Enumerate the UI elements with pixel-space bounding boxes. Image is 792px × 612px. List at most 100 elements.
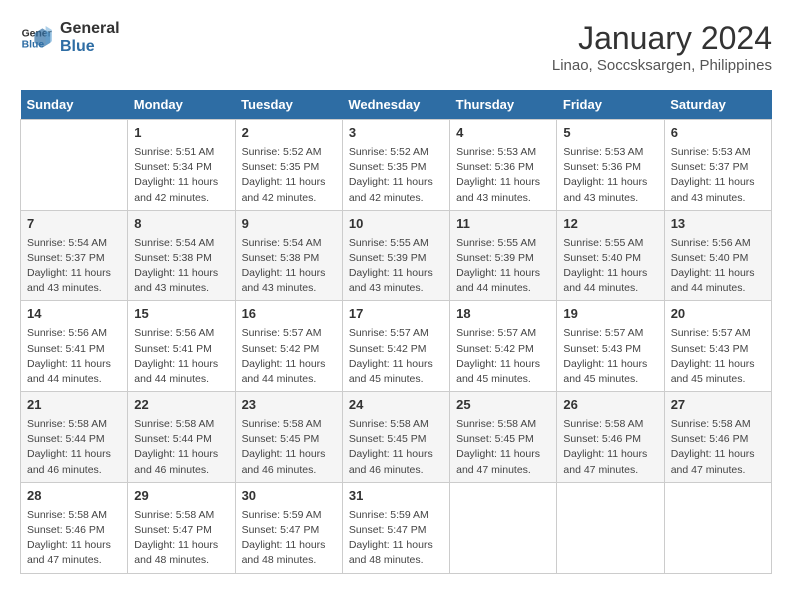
daylight-minutes: and 47 minutes. [671,463,765,478]
sunset-text: Sunset: 5:35 PM [349,160,443,175]
logo-icon: General Blue [20,22,52,54]
daylight-hours: Daylight: 11 hours [242,357,336,372]
sunset-text: Sunset: 5:36 PM [563,160,657,175]
calendar-cell: 24 Sunrise: 5:58 AMSunset: 5:45 PMDayligh… [342,392,449,483]
day-number: 21 [27,396,121,415]
daylight-minutes: and 42 minutes. [134,191,228,206]
daylight-minutes: and 44 minutes. [563,281,657,296]
calendar-cell: 29Sunrise: 5:58 AMSunset: 5:47 PMDayligh… [128,482,235,573]
daylight-minutes: and 48 minutes. [349,553,443,568]
day-number: 24 [349,396,443,415]
daylight-hours: Daylight: 11 hours [456,447,550,462]
calendar-cell: 1Sunrise: 5:51 AMSunset: 5:34 PMDaylight… [128,120,235,211]
day-number: 15 [134,305,228,324]
calendar-week-row: 7Sunrise: 5:54 AMSunset: 5:37 PMDaylight… [21,210,772,301]
day-number: 9 [242,215,336,234]
daylight-minutes: and 44 minutes. [671,281,765,296]
calendar-cell: 16 Sunrise: 5:57 AMSunset: 5:42 PMDayligh… [235,301,342,392]
sunset-text: Sunset: 5:41 PM [134,342,228,357]
calendar-cell: 5Sunrise: 5:53 AMSunset: 5:36 PMDaylight… [557,120,664,211]
weekday-header-tuesday: Tuesday [235,90,342,120]
daylight-minutes: and 45 minutes. [563,372,657,387]
calendar-cell: 6Sunrise: 5:53 AMSunset: 5:37 PMDaylight… [664,120,771,211]
daylight-minutes: and 47 minutes. [456,463,550,478]
sunset-text: Sunset: 5:43 PM [563,342,657,357]
sunset-text: Sunset: 5:42 PM [242,342,336,357]
day-info: Sunrise: 5:57 AMSunset: 5:42 PMDaylight:… [242,326,336,387]
daylight-hours: Daylight: 11 hours [456,266,550,281]
daylight-minutes: and 43 minutes. [563,191,657,206]
day-info: Sunrise: 5:58 AMSunset: 5:45 PMDaylight:… [349,417,443,478]
day-info: Sunrise: 5:55 AMSunset: 5:39 PMDaylight:… [456,236,550,297]
daylight-minutes: and 43 minutes. [349,281,443,296]
daylight-minutes: and 47 minutes. [563,463,657,478]
day-number: 8 [134,215,228,234]
daylight-minutes: and 42 minutes. [349,191,443,206]
daylight-minutes: and 47 minutes. [27,553,121,568]
daylight-hours: Daylight: 11 hours [27,266,121,281]
daylight-minutes: and 43 minutes. [27,281,121,296]
page-header: General Blue General Blue General Blue J… [20,20,772,74]
day-number: 23 [242,396,336,415]
day-number: 25 [456,396,550,415]
daylight-minutes: and 44 minutes. [456,281,550,296]
sunset-text: Sunset: 5:47 PM [349,523,443,538]
day-number: 4 [456,124,550,143]
day-number: 1 [134,124,228,143]
day-info: Sunrise: 5:58 AMSunset: 5:45 PMDaylight:… [242,417,336,478]
sunrise-text: Sunrise: 5:52 AM [242,145,336,160]
sunrise-text: Sunrise: 5:56 AM [134,326,228,341]
sunrise-text: Sunrise: 5:54 AM [242,236,336,251]
day-number: 19 [563,305,657,324]
day-info: Sunrise: 5:58 AMSunset: 5:46 PMDaylight:… [563,417,657,478]
day-info: Sunrise: 5:56 AMSunset: 5:41 PMDaylight:… [134,326,228,387]
logo-blue: Blue [60,38,120,56]
sunset-text: Sunset: 5:37 PM [27,251,121,266]
sunrise-text: Sunrise: 5:58 AM [134,417,228,432]
day-info: Sunrise: 5:57 AMSunset: 5:43 PMDaylight:… [563,326,657,387]
daylight-hours: Daylight: 11 hours [563,266,657,281]
calendar-cell: 30Sunrise: 5:59 AMSunset: 5:47 PMDayligh… [235,482,342,573]
daylight-minutes: and 45 minutes. [349,372,443,387]
day-info: Sunrise: 5:57 AMSunset: 5:42 PMDaylight:… [349,326,443,387]
calendar-cell: 10Sunrise: 5:55 AMSunset: 5:39 PMDayligh… [342,210,449,301]
sunrise-text: Sunrise: 5:55 AM [563,236,657,251]
daylight-minutes: and 48 minutes. [134,553,228,568]
sunrise-text: Sunrise: 5:52 AM [349,145,443,160]
daylight-minutes: and 44 minutes. [242,372,336,387]
day-info: Sunrise: 5:56 AMSunset: 5:40 PMDaylight:… [671,236,765,297]
day-number: 7 [27,215,121,234]
day-number: 28 [27,487,121,506]
calendar-week-row: 21Sunrise: 5:58 AMSunset: 5:44 PMDayligh… [21,392,772,483]
day-info: Sunrise: 5:55 AMSunset: 5:40 PMDaylight:… [563,236,657,297]
sunrise-text: Sunrise: 5:57 AM [563,326,657,341]
day-info: Sunrise: 5:58 AMSunset: 5:45 PMDaylight:… [456,417,550,478]
day-number: 16 [242,305,336,324]
daylight-minutes: and 46 minutes. [134,463,228,478]
day-info: Sunrise: 5:59 AMSunset: 5:47 PMDaylight:… [242,508,336,569]
day-number: 14 [27,305,121,324]
daylight-hours: Daylight: 11 hours [671,357,765,372]
daylight-hours: Daylight: 11 hours [242,447,336,462]
day-number: 5 [563,124,657,143]
daylight-hours: Daylight: 11 hours [349,538,443,553]
daylight-minutes: and 43 minutes. [242,281,336,296]
sunset-text: Sunset: 5:34 PM [134,160,228,175]
daylight-hours: Daylight: 11 hours [349,175,443,190]
daylight-hours: Daylight: 11 hours [27,538,121,553]
location-subtitle: Linao, Soccsksargen, Philippines [552,57,772,74]
calendar-cell: 14Sunrise: 5:56 AMSunset: 5:41 PMDayligh… [21,301,128,392]
calendar-cell: 31Sunrise: 5:59 AMSunset: 5:47 PMDayligh… [342,482,449,573]
sunset-text: Sunset: 5:39 PM [349,251,443,266]
logo-general: General [60,20,120,38]
sunrise-text: Sunrise: 5:53 AM [456,145,550,160]
daylight-minutes: and 43 minutes. [671,191,765,206]
calendar-cell: 17Sunrise: 5:57 AMSunset: 5:42 PMDayligh… [342,301,449,392]
day-info: Sunrise: 5:55 AMSunset: 5:39 PMDaylight:… [349,236,443,297]
sunrise-text: Sunrise: 5:58 AM [27,508,121,523]
calendar-cell [450,482,557,573]
daylight-hours: Daylight: 11 hours [134,175,228,190]
sunset-text: Sunset: 5:39 PM [456,251,550,266]
sunrise-text: Sunrise: 5:56 AM [671,236,765,251]
daylight-hours: Daylight: 11 hours [27,447,121,462]
